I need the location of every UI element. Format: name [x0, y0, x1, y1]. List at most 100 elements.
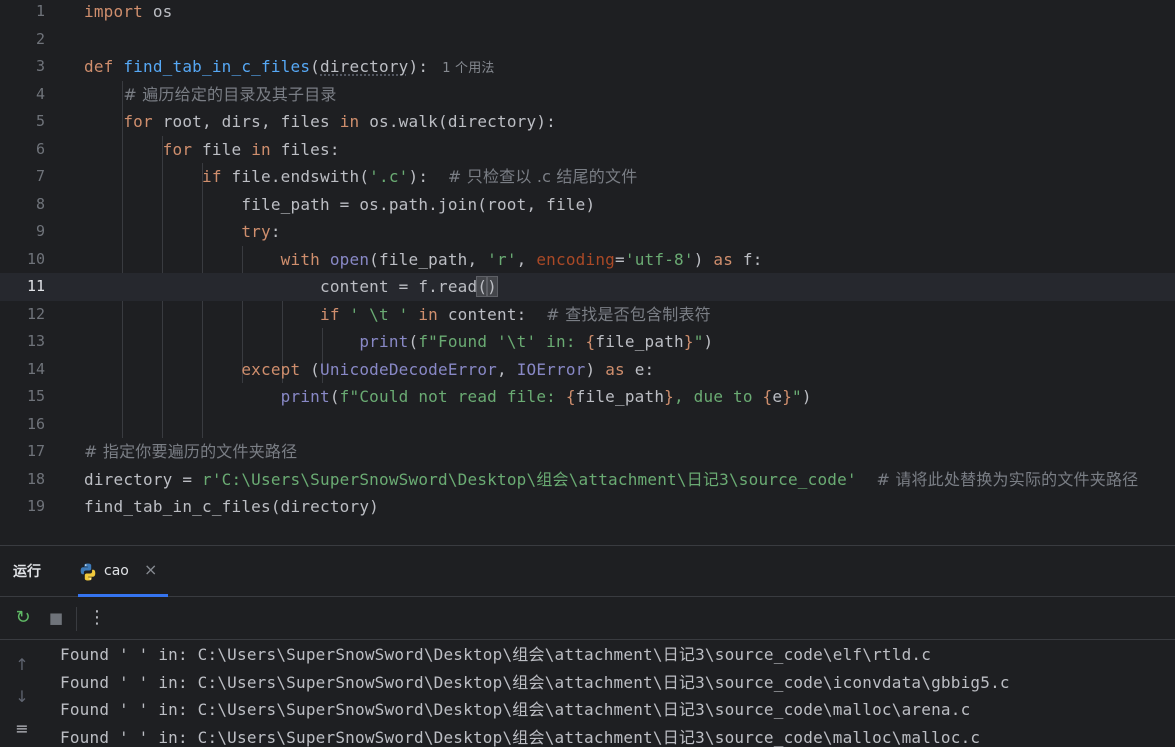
code-line[interactable]: 4 # 遍历给定的目录及其子目录	[0, 81, 1175, 109]
python-icon	[80, 563, 96, 581]
code-text: try:	[84, 218, 281, 246]
code-token: {	[585, 332, 596, 351]
code-token: ):	[408, 57, 429, 76]
close-icon[interactable]: ×	[144, 560, 157, 579]
code-token: os.walk(directory):	[369, 112, 557, 131]
code-token: 'utf-8'	[624, 249, 694, 269]
line-number: 17	[26, 442, 45, 460]
code-line[interactable]: 17 # 指定你要遍历的文件夹路径	[0, 438, 1175, 466]
code-line[interactable]: 15 print(f"Could not read file: {file_pa…	[0, 383, 1175, 411]
line-number: 6	[35, 139, 45, 158]
code-token: 'r'	[487, 249, 517, 269]
code-token: )	[693, 249, 714, 269]
usage-hint[interactable]: 1 个用法	[442, 61, 494, 76]
code-token: ,	[516, 249, 537, 269]
code-token: open	[329, 249, 370, 269]
line-number: 11	[26, 277, 45, 295]
line-number: 12	[26, 304, 45, 323]
code-line[interactable]: 6 for file in files:	[0, 136, 1175, 164]
run-tab-bar: 运行 cao ×	[0, 546, 1175, 597]
code-token: find_tab_in_c_files	[123, 57, 311, 76]
code-token: (	[310, 57, 321, 76]
code-line[interactable]: 2	[0, 26, 1175, 54]
code-token: import	[84, 2, 143, 21]
code-token: '.c'	[369, 167, 409, 186]
scroll-down-icon[interactable]: ↓	[12, 687, 32, 707]
code-token: # 查找是否包含制表符	[546, 304, 711, 324]
code-text: import os	[84, 0, 173, 26]
code-token: {	[565, 387, 576, 406]
code-line[interactable]: 7 if file.endswith('.c'): # 只检查以 .c 结尾的文…	[0, 163, 1175, 191]
code-token: :	[270, 222, 281, 241]
code-line[interactable]: 1 import os	[0, 0, 1175, 26]
code-token: file	[202, 139, 252, 159]
code-line[interactable]: 3 def find_tab_in_c_files(directory): 1 个用…	[0, 53, 1175, 81]
code-token: as	[713, 249, 743, 269]
rerun-icon[interactable]: ↻	[12, 607, 34, 629]
code-token: os	[143, 2, 173, 21]
code-token: ' \t '	[349, 304, 419, 324]
run-panel-title: 运行	[13, 564, 41, 580]
code-token: for	[123, 112, 163, 131]
code-token: # 只检查以 .c 结尾的文件	[447, 167, 638, 186]
code-token: f:	[742, 249, 763, 269]
code-token: (	[310, 359, 321, 379]
code-text: directory = r'C:\Users\SuperSnowSword\De…	[84, 466, 1138, 494]
code-token: # 指定你要遍历的文件夹路径	[84, 442, 298, 461]
console-output[interactable]: ↑ ↓ ≡ Found ' ' in: C:\Users\SuperSnowSw…	[0, 641, 1175, 747]
code-text: content = f.read()	[84, 273, 498, 301]
soft-wrap-icon[interactable]: ≡	[12, 719, 32, 739]
line-number: 14	[26, 359, 45, 378]
line-number: 19	[26, 497, 45, 515]
code-token: , due to	[674, 387, 763, 406]
line-number: 18	[26, 469, 45, 488]
code-line[interactable]: 13 print(f"Found '\t' in: {file_path}")	[0, 328, 1175, 356]
code-line[interactable]: 14 except (UnicodeDecodeError, IOError) …	[0, 356, 1175, 384]
code-token: as	[605, 359, 635, 379]
code-text: print(f"Could not read file: {file_path}…	[84, 383, 812, 411]
code-token: find_tab_in_c_files(directory)	[84, 497, 379, 516]
code-token: }	[664, 387, 675, 406]
scroll-up-icon[interactable]: ↑	[12, 655, 32, 675]
code-token: if	[202, 167, 232, 186]
code-editor[interactable]: 1 import os 2 3 def find_tab_in_c_files(dire…	[0, 0, 1175, 545]
more-icon[interactable]: ⋮	[86, 607, 108, 629]
run-tab-cao[interactable]: cao ×	[78, 556, 168, 597]
code-token: # 请将此处替换为实际的文件夹路径	[876, 469, 1139, 489]
line-number: 16	[26, 414, 45, 433]
code-token: f"Found '\t' in:	[418, 332, 586, 351]
run-panel: 运行 cao × ↻ ■ ⋮ ↑ ↓ ≡ Found ' ' in: C:\Us…	[0, 545, 1175, 747]
code-line[interactable]: 19 find_tab_in_c_files(directory)	[0, 493, 1175, 521]
code-token: content:	[447, 304, 547, 324]
code-token: }	[782, 387, 793, 406]
code-text: for root, dirs, files in os.walk(directo…	[84, 108, 556, 136]
code-line[interactable]: 16	[0, 411, 1175, 439]
code-token: (	[476, 276, 489, 297]
code-token: {	[762, 387, 773, 406]
code-token: root, dirs, files	[162, 112, 340, 131]
code-token: with	[280, 249, 330, 269]
code-token: IOError	[516, 359, 586, 379]
code-line[interactable]: 10 with open(file_path, 'r', encoding='u…	[0, 246, 1175, 274]
code-line[interactable]: 12 if ' \t ' in content: # 查找是否包含制表符	[0, 301, 1175, 329]
code-text: # 遍历给定的目录及其子目录	[84, 81, 337, 109]
code-token: file.endswith(	[231, 167, 370, 186]
code-line[interactable]: 9 try:	[0, 218, 1175, 246]
code-line[interactable]: 8 file_path = os.path.join(root, file)	[0, 191, 1175, 219]
stop-icon[interactable]: ■	[45, 607, 67, 629]
code-text: if ' \t ' in content: # 查找是否包含制表符	[84, 301, 711, 329]
code-token: =	[615, 249, 625, 269]
console-line: Found ' ' in: C:\Users\SuperSnowSword\De…	[60, 727, 981, 747]
code-line[interactable]: 11 content = f.read()	[0, 273, 1175, 301]
code-token: UnicodeDecodeError	[320, 359, 498, 379]
code-line[interactable]: 5 for root, dirs, files in os.walk(direc…	[0, 108, 1175, 136]
run-tab-label: cao	[104, 563, 129, 579]
line-number: 4	[35, 84, 45, 103]
code-line[interactable]: 18 directory = r'C:\Users\SuperSnowSword\…	[0, 466, 1175, 494]
